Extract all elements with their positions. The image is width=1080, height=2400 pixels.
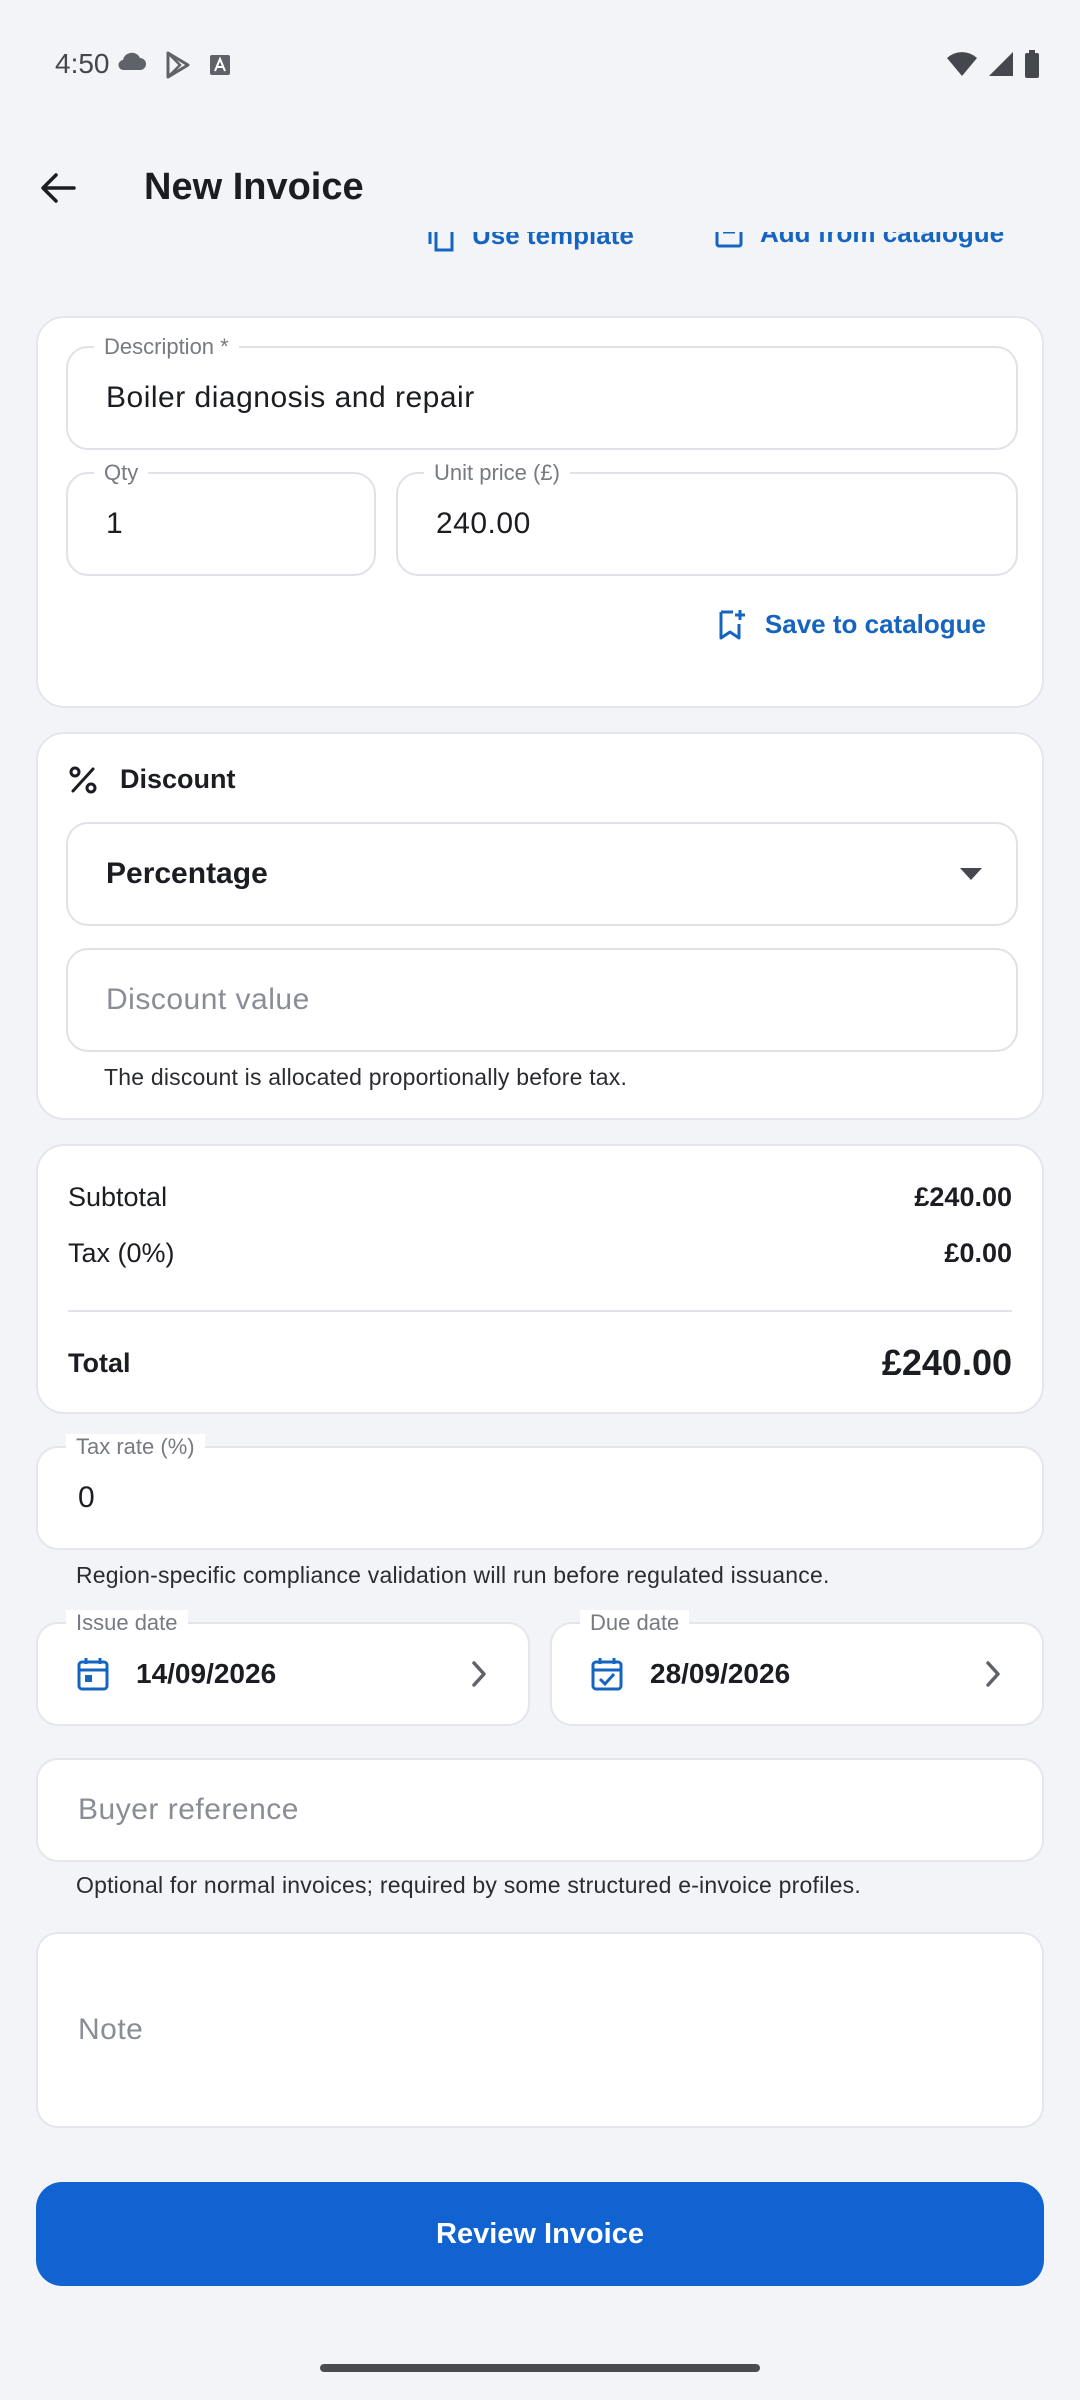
qty-field[interactable]: Qty 1 [66,460,376,576]
add-from-catalogue-button[interactable]: Add from catalogue [714,232,1004,249]
use-template-label: Use template [472,232,634,250]
due-date-value: 28/09/2026 [650,1658,791,1689]
battery-icon [1025,50,1039,78]
discount-type-value: Percentage [106,857,268,890]
qty-value: 1 [106,507,124,540]
tax-value: £0.00 [944,1238,1012,1268]
page-title: New Invoice [144,166,364,208]
discount-card: Discount Percentage Discount value The d… [36,732,1044,1120]
description-field[interactable]: Description * Boiler diagnosis and repai… [66,334,1018,450]
catalogue-icon [715,232,743,247]
use-template-button[interactable]: Use template [426,232,634,252]
chevron-right-icon [472,1661,486,1687]
arrow-back-icon [41,173,76,203]
tax-row: Tax (0%) £0.00 [68,1238,1012,1269]
subtotal-row: Subtotal £240.00 [68,1182,1012,1213]
keyboard-a-icon [210,55,230,75]
calendar-icon [77,1658,109,1691]
dropdown-arrow-icon [960,868,982,880]
discount-helper-text: The discount is allocated proportionally… [104,1064,628,1090]
issue-date-field[interactable]: Issue date 14/09/2026 [36,1610,530,1726]
unit-price-field[interactable]: Unit price (£) 240.00 [396,460,1018,576]
wifi-icon [947,52,977,76]
new-invoice-screen: 4:50 New Invoice Use template Add from c… [0,0,1080,2400]
total-row: Total £240.00 [68,1342,1012,1384]
due-date-field[interactable]: Due date 28/09/2026 [550,1610,1044,1726]
chevron-right-icon [986,1661,1000,1687]
description-value: Boiler diagnosis and repair [106,381,475,414]
discount-value-field[interactable]: Discount value [66,948,1018,1052]
review-invoice-button[interactable]: Review Invoice [36,2182,1044,2286]
buyer-reference-helper-text: Optional for normal invoices; required b… [76,1872,861,1898]
status-bar: 4:50 [0,0,1080,130]
buyer-reference-placeholder: Buyer reference [78,1793,299,1826]
discount-header: Discount [68,764,236,795]
back-button[interactable] [30,160,86,216]
calendar-check-icon [591,1658,623,1691]
copy-template-icon [428,232,454,252]
subtotal-label: Subtotal [68,1182,168,1212]
line-item-card: Description * Boiler diagnosis and repai… [36,316,1044,708]
signal-icon [989,52,1013,76]
play-store-icon [166,51,190,79]
save-to-catalogue-label: Save to catalogue [764,608,986,639]
review-invoice-label: Review Invoice [436,2217,644,2250]
tax-rate-helper-text: Region-specific compliance validation wi… [76,1562,830,1588]
discount-type-dropdown[interactable]: Percentage [66,822,1018,926]
tax-rate-value: 0 [78,1481,96,1514]
total-label: Total [68,1347,131,1378]
status-right-icons [946,50,1040,78]
home-indicator [320,2364,760,2372]
buyer-reference-field[interactable]: Buyer reference [36,1758,1044,1862]
bookmark-add-icon [719,610,745,640]
total-value: £240.00 [881,1342,1012,1383]
totals-card: Subtotal £240.00 Tax (0%) £0.00 Total £2… [36,1144,1044,1414]
top-actions: Use template Add from catalogue [0,232,1080,272]
add-from-catalogue-label: Add from catalogue [760,232,1005,248]
save-to-catalogue-button[interactable]: Save to catalogue [717,608,986,640]
app-bar: New Invoice [0,150,1080,230]
note-field[interactable]: Note [36,1932,1044,2128]
unit-price-value: 240.00 [436,507,531,540]
percent-icon [69,766,97,793]
cloud-icon [118,52,146,71]
totals-divider [68,1310,1012,1312]
tax-label: Tax (0%) [68,1238,175,1268]
invoice-form[interactable]: Use template Add from catalogue Descript… [0,232,1080,2312]
note-placeholder: Note [78,2013,144,2046]
issue-date-value: 14/09/2026 [136,1658,277,1689]
discount-value-placeholder: Discount value [106,983,310,1016]
tax-rate-field[interactable]: Tax rate (%) 0 [36,1434,1044,1550]
status-time: 4:50 [55,48,110,79]
discount-title: Discount [120,764,236,794]
subtotal-value: £240.00 [914,1182,1012,1212]
